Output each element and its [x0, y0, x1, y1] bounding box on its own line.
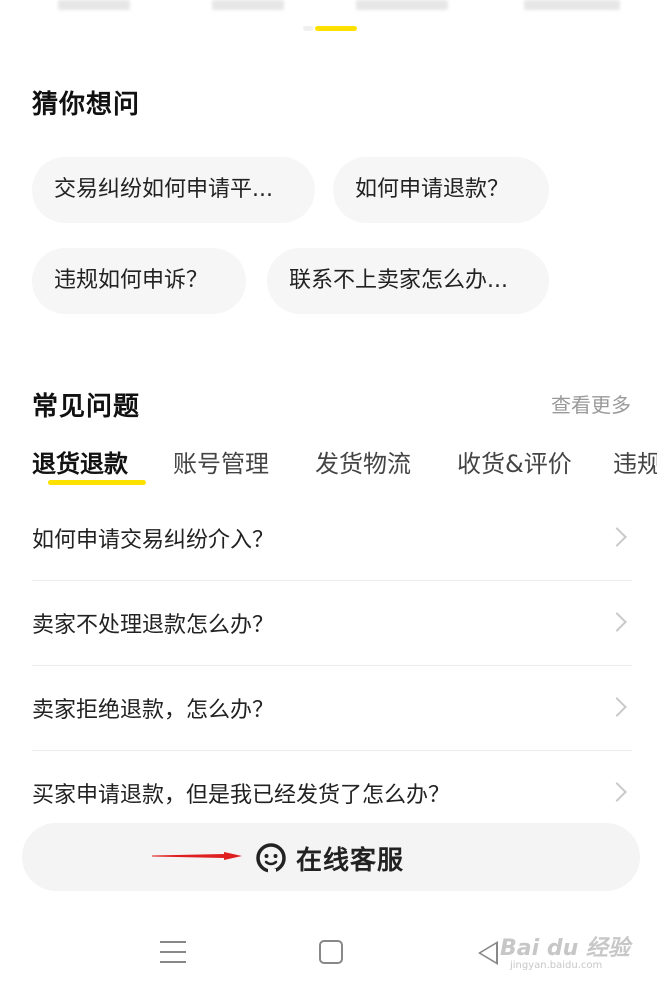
chevron-right-icon [607, 527, 627, 547]
online-service-label: 在线客服 [296, 846, 405, 876]
tab-returns-refunds[interactable]: 退货退款 [32, 444, 128, 479]
faq-section-title: 常见问题 [32, 392, 141, 422]
blurred-tab-2[interactable] [212, 0, 284, 10]
help-center-page: 猜你想问 交易纠纷如何申请平... 如何申请退款？ 违规如何申诉？ 联系不上卖家… [0, 0, 657, 992]
chevron-right-icon [607, 697, 627, 717]
active-tab-underline [48, 480, 146, 485]
view-more-link[interactable]: 查看更多 [551, 389, 631, 418]
tab-receiving-review[interactable]: 收货&评价 [457, 444, 572, 479]
top-tab-strip [0, 0, 657, 40]
faq-category-tabs: 退货退款 账号管理 发货物流 收货&评价 违规 [32, 444, 657, 494]
blurred-tab-3[interactable] [356, 0, 448, 10]
faq-item[interactable]: 如何申请交易纠纷介入？ [32, 496, 632, 581]
suggest-chip-1[interactable]: 交易纠纷如何申请平... [32, 157, 315, 223]
suggest-chip-4[interactable]: 联系不上卖家怎么办... [267, 248, 549, 314]
menu-icon[interactable] [160, 941, 186, 965]
suggest-chip-3[interactable]: 违规如何申诉？ [32, 248, 246, 314]
suggest-chip-2[interactable]: 如何申请退款？ [333, 157, 549, 223]
home-icon[interactable] [319, 940, 343, 964]
customer-service-icon [256, 843, 286, 875]
faq-item[interactable]: 卖家不处理退款怎么办？ [32, 581, 632, 666]
faq-list: 如何申请交易纠纷介入？ 卖家不处理退款怎么办？ 卖家拒绝退款，怎么办？ 买家申请… [32, 496, 632, 836]
faq-item-text: 买家申请退款，但是我已经发货了怎么办？ [32, 783, 451, 808]
tab-account-management[interactable]: 账号管理 [173, 444, 269, 479]
faq-item[interactable]: 卖家拒绝退款，怎么办？ [32, 666, 632, 751]
red-arrow-annotation [152, 852, 242, 860]
blurred-tab-1[interactable] [58, 0, 130, 10]
blurred-tab-4[interactable] [524, 0, 620, 10]
faq-item-text: 如何申请交易纠纷介入？ [32, 528, 275, 553]
back-icon[interactable] [478, 941, 498, 965]
chevron-right-icon [607, 782, 627, 802]
baidu-jingyan-watermark: Bai du 经验 jingyan.baidu.com [500, 936, 630, 971]
chevron-right-icon [607, 612, 627, 632]
faq-item-text: 卖家不处理退款怎么办？ [32, 613, 275, 638]
top-tab-indicator [303, 26, 357, 31]
tab-shipping-logistics[interactable]: 发货物流 [315, 444, 411, 479]
tab-violations[interactable]: 违规 [613, 444, 657, 479]
guess-section-title: 猜你想问 [32, 90, 141, 120]
faq-item-text: 卖家拒绝退款，怎么办？ [32, 698, 275, 723]
